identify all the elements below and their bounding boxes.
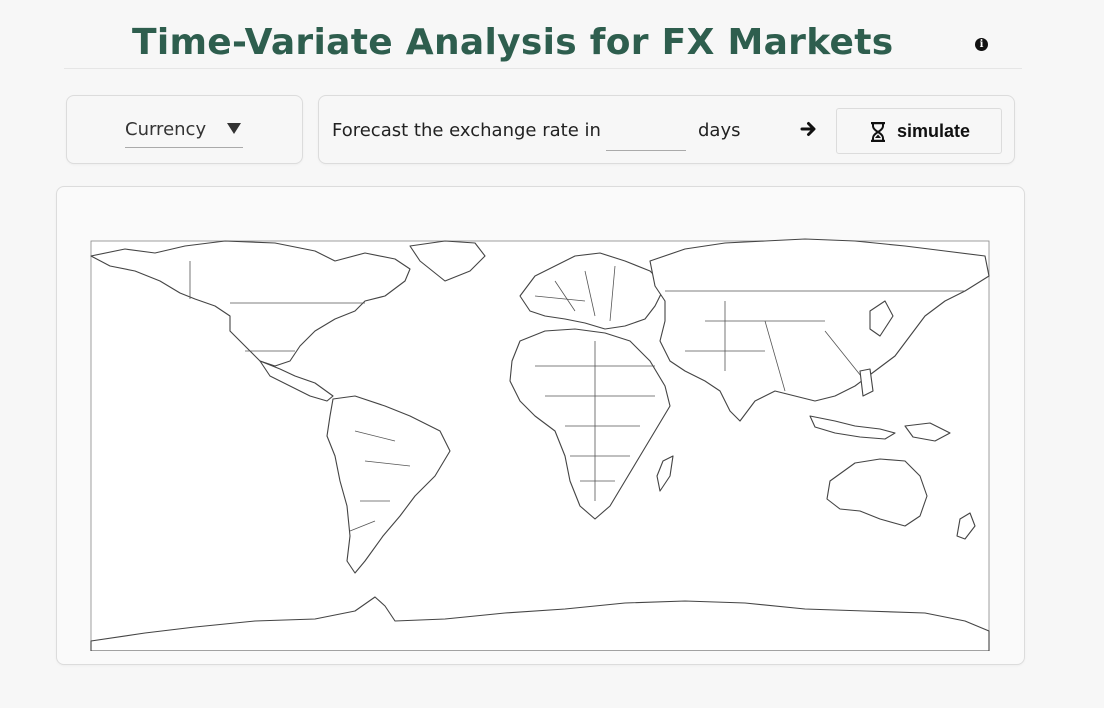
days-input[interactable] bbox=[606, 116, 686, 151]
forecast-prefix-label: Forecast the exchange rate in bbox=[332, 120, 601, 141]
world-map[interactable] bbox=[65, 201, 1017, 651]
info-icon[interactable]: i bbox=[975, 38, 988, 51]
caret-down-icon bbox=[227, 123, 241, 134]
currency-dropdown[interactable]: Currency bbox=[125, 117, 243, 148]
arrow-right-icon bbox=[800, 122, 816, 136]
days-label: days bbox=[698, 120, 741, 141]
simulate-label: simulate bbox=[897, 121, 971, 141]
simulate-button[interactable]: simulate bbox=[836, 108, 1002, 154]
world-map-card bbox=[56, 186, 1025, 665]
forecast-card: Forecast the exchange rate in days simul… bbox=[318, 95, 1015, 164]
hourglass-icon bbox=[871, 122, 885, 142]
currency-selected-value: Currency bbox=[125, 119, 207, 140]
header-bar: Time-Variate Analysis for FX Markets i bbox=[64, 18, 1022, 69]
currency-card: Currency bbox=[66, 95, 303, 164]
page-title: Time-Variate Analysis for FX Markets bbox=[132, 22, 894, 63]
